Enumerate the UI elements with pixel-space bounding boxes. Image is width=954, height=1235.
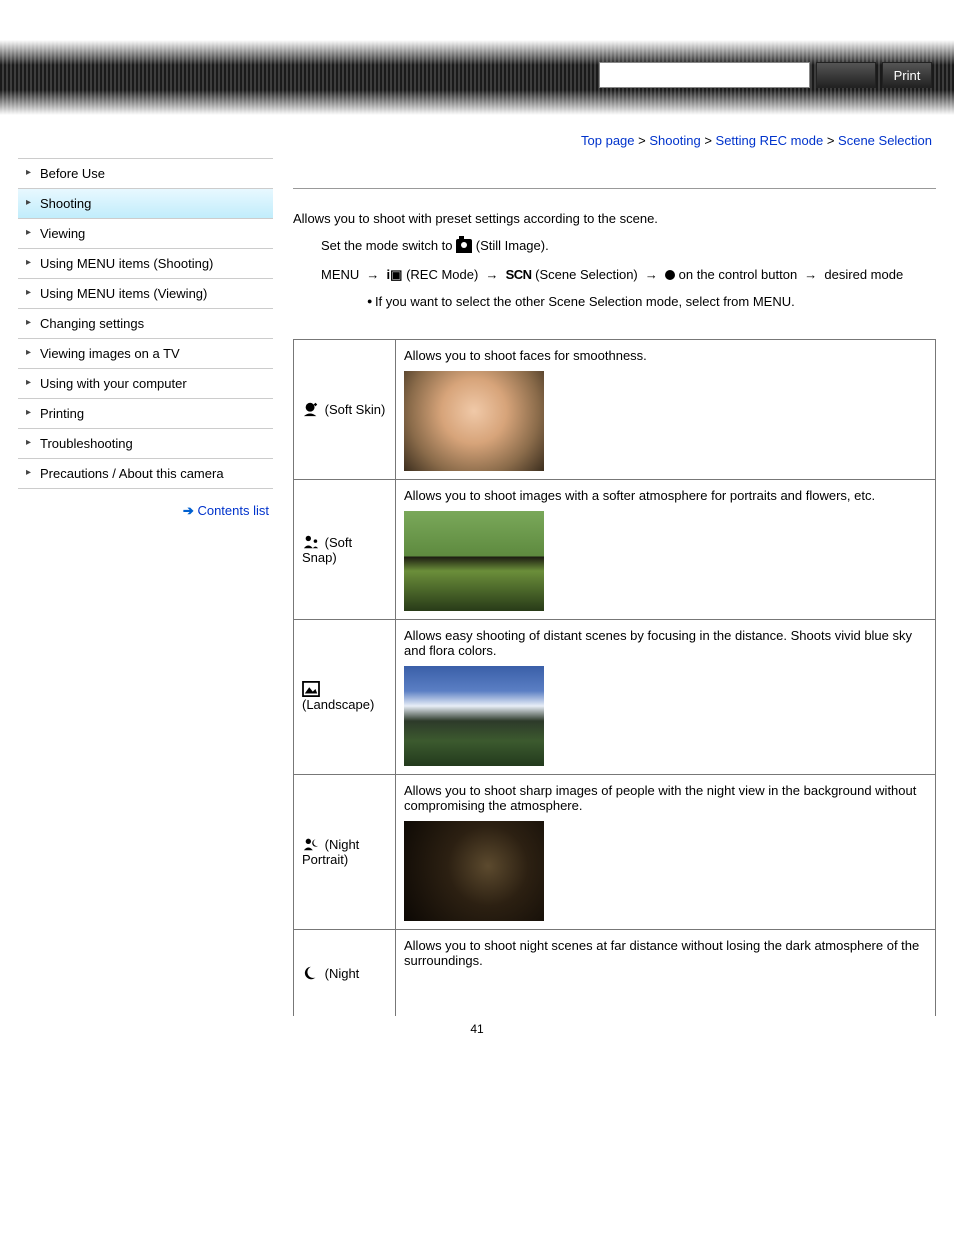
header-band: Print	[0, 40, 954, 115]
print-button[interactable]: Print	[882, 62, 932, 88]
scene-desc-cell: Allows you to shoot images with a softer…	[396, 479, 936, 619]
scene-desc-cell: Allows you to shoot faces for smoothness…	[396, 339, 936, 479]
breadcrumb: Top page > Shooting > Setting REC mode >…	[0, 115, 954, 158]
sidebar-item[interactable]: Shooting	[18, 189, 273, 219]
contents-link-wrap: ➔ Contents list	[18, 489, 273, 519]
arrow-right-icon: →	[363, 265, 383, 286]
scene-desc-cell: Allows easy shooting of distant scenes b…	[396, 619, 936, 774]
step-text: (REC Mode)	[406, 267, 478, 282]
scene-name: (Soft Skin)	[321, 402, 385, 417]
night-portrait-icon	[302, 836, 320, 852]
note-text: If you want to select the other Scene Se…	[321, 294, 936, 309]
step-text: Set the mode switch to	[321, 238, 456, 253]
night-scene-icon	[302, 965, 320, 981]
step-2: MENU → i▣ (REC Mode) → SCN (Scene Select…	[321, 265, 936, 286]
scene-label-cell: (Night	[294, 929, 396, 1016]
table-row: (Soft Snap) Allows you to shoot images w…	[294, 479, 936, 619]
sidebar-item[interactable]: Before Use	[18, 159, 273, 189]
scene-desc: Allows you to shoot night scenes at far …	[404, 938, 919, 968]
scene-name: (Landscape)	[302, 697, 374, 712]
scene-name: (Night	[321, 966, 359, 981]
page-number: 41	[0, 1016, 954, 1038]
scene-label-cell: (Night Portrait)	[294, 774, 396, 929]
arrow-icon: ➔	[183, 503, 194, 518]
arrow-right-icon: →	[801, 265, 821, 286]
step-text: (Still Image).	[476, 238, 549, 253]
breadcrumb-link[interactable]: Shooting	[649, 133, 700, 148]
scene-image	[404, 511, 544, 611]
scene-image	[404, 666, 544, 766]
intro-text: Allows you to shoot with preset settings…	[293, 211, 936, 226]
iauto-icon: i▣	[387, 267, 403, 282]
landscape-icon	[302, 681, 320, 697]
breadcrumb-current[interactable]: Scene Selection	[838, 133, 932, 148]
header-controls: Print	[599, 62, 932, 88]
sidebar-item[interactable]: Viewing images on a TV	[18, 339, 273, 369]
scene-label-cell: (Soft Snap)	[294, 479, 396, 619]
sidebar-item[interactable]: Using with your computer	[18, 369, 273, 399]
table-row: (Night Allows you to shoot night scenes …	[294, 929, 936, 1016]
arrow-right-icon: →	[482, 265, 502, 286]
steps: Set the mode switch to (Still Image). ME…	[293, 236, 936, 309]
table-row: (Night Portrait) Allows you to shoot sha…	[294, 774, 936, 929]
sidebar-item[interactable]: Troubleshooting	[18, 429, 273, 459]
step-text: MENU	[321, 267, 359, 282]
sidebar-item[interactable]: Printing	[18, 399, 273, 429]
search-button[interactable]	[816, 62, 876, 88]
arrow-right-icon: →	[641, 265, 661, 286]
contents-link[interactable]: Contents list	[197, 503, 269, 518]
scene-desc: Allows you to shoot sharp images of peop…	[404, 783, 916, 813]
control-dot-icon	[665, 270, 675, 280]
sidebar: Before Use Shooting Viewing Using MENU i…	[18, 158, 273, 1016]
scene-desc: Allows easy shooting of distant scenes b…	[404, 628, 912, 658]
sidebar-item[interactable]: Using MENU items (Shooting)	[18, 249, 273, 279]
main-content: Allows you to shoot with preset settings…	[293, 158, 936, 1016]
scene-table: (Soft Skin) Allows you to shoot faces fo…	[293, 339, 936, 1016]
sidebar-item[interactable]: Using MENU items (Viewing)	[18, 279, 273, 309]
sidebar-item[interactable]: Changing settings	[18, 309, 273, 339]
table-row: (Landscape) Allows easy shooting of dist…	[294, 619, 936, 774]
sidebar-item[interactable]: Precautions / About this camera	[18, 459, 273, 489]
scene-label-cell: (Landscape)	[294, 619, 396, 774]
search-input[interactable]	[599, 62, 810, 88]
scene-desc: Allows you to shoot images with a softer…	[404, 488, 875, 503]
camera-icon	[456, 239, 472, 253]
breadcrumb-link[interactable]: Setting REC mode	[716, 133, 824, 148]
step-text: desired mode	[824, 267, 903, 282]
scene-desc-cell: Allows you to shoot sharp images of peop…	[396, 774, 936, 929]
step-text: (Scene Selection)	[535, 267, 638, 282]
step-text: on the control button	[679, 267, 801, 282]
scene-image	[404, 371, 544, 471]
sidebar-item[interactable]: Viewing	[18, 219, 273, 249]
scene-image	[404, 821, 544, 921]
sidebar-list: Before Use Shooting Viewing Using MENU i…	[18, 158, 273, 489]
divider	[293, 188, 936, 189]
scn-icon: SCN	[506, 267, 532, 282]
soft-skin-icon	[302, 401, 320, 417]
scene-desc-cell: Allows you to shoot night scenes at far …	[396, 929, 936, 1016]
scene-desc: Allows you to shoot faces for smoothness…	[404, 348, 647, 363]
step-1: Set the mode switch to (Still Image).	[321, 236, 936, 257]
scene-label-cell: (Soft Skin)	[294, 339, 396, 479]
breadcrumb-link[interactable]: Top page	[581, 133, 635, 148]
table-row: (Soft Skin) Allows you to shoot faces fo…	[294, 339, 936, 479]
soft-snap-icon	[302, 534, 320, 550]
